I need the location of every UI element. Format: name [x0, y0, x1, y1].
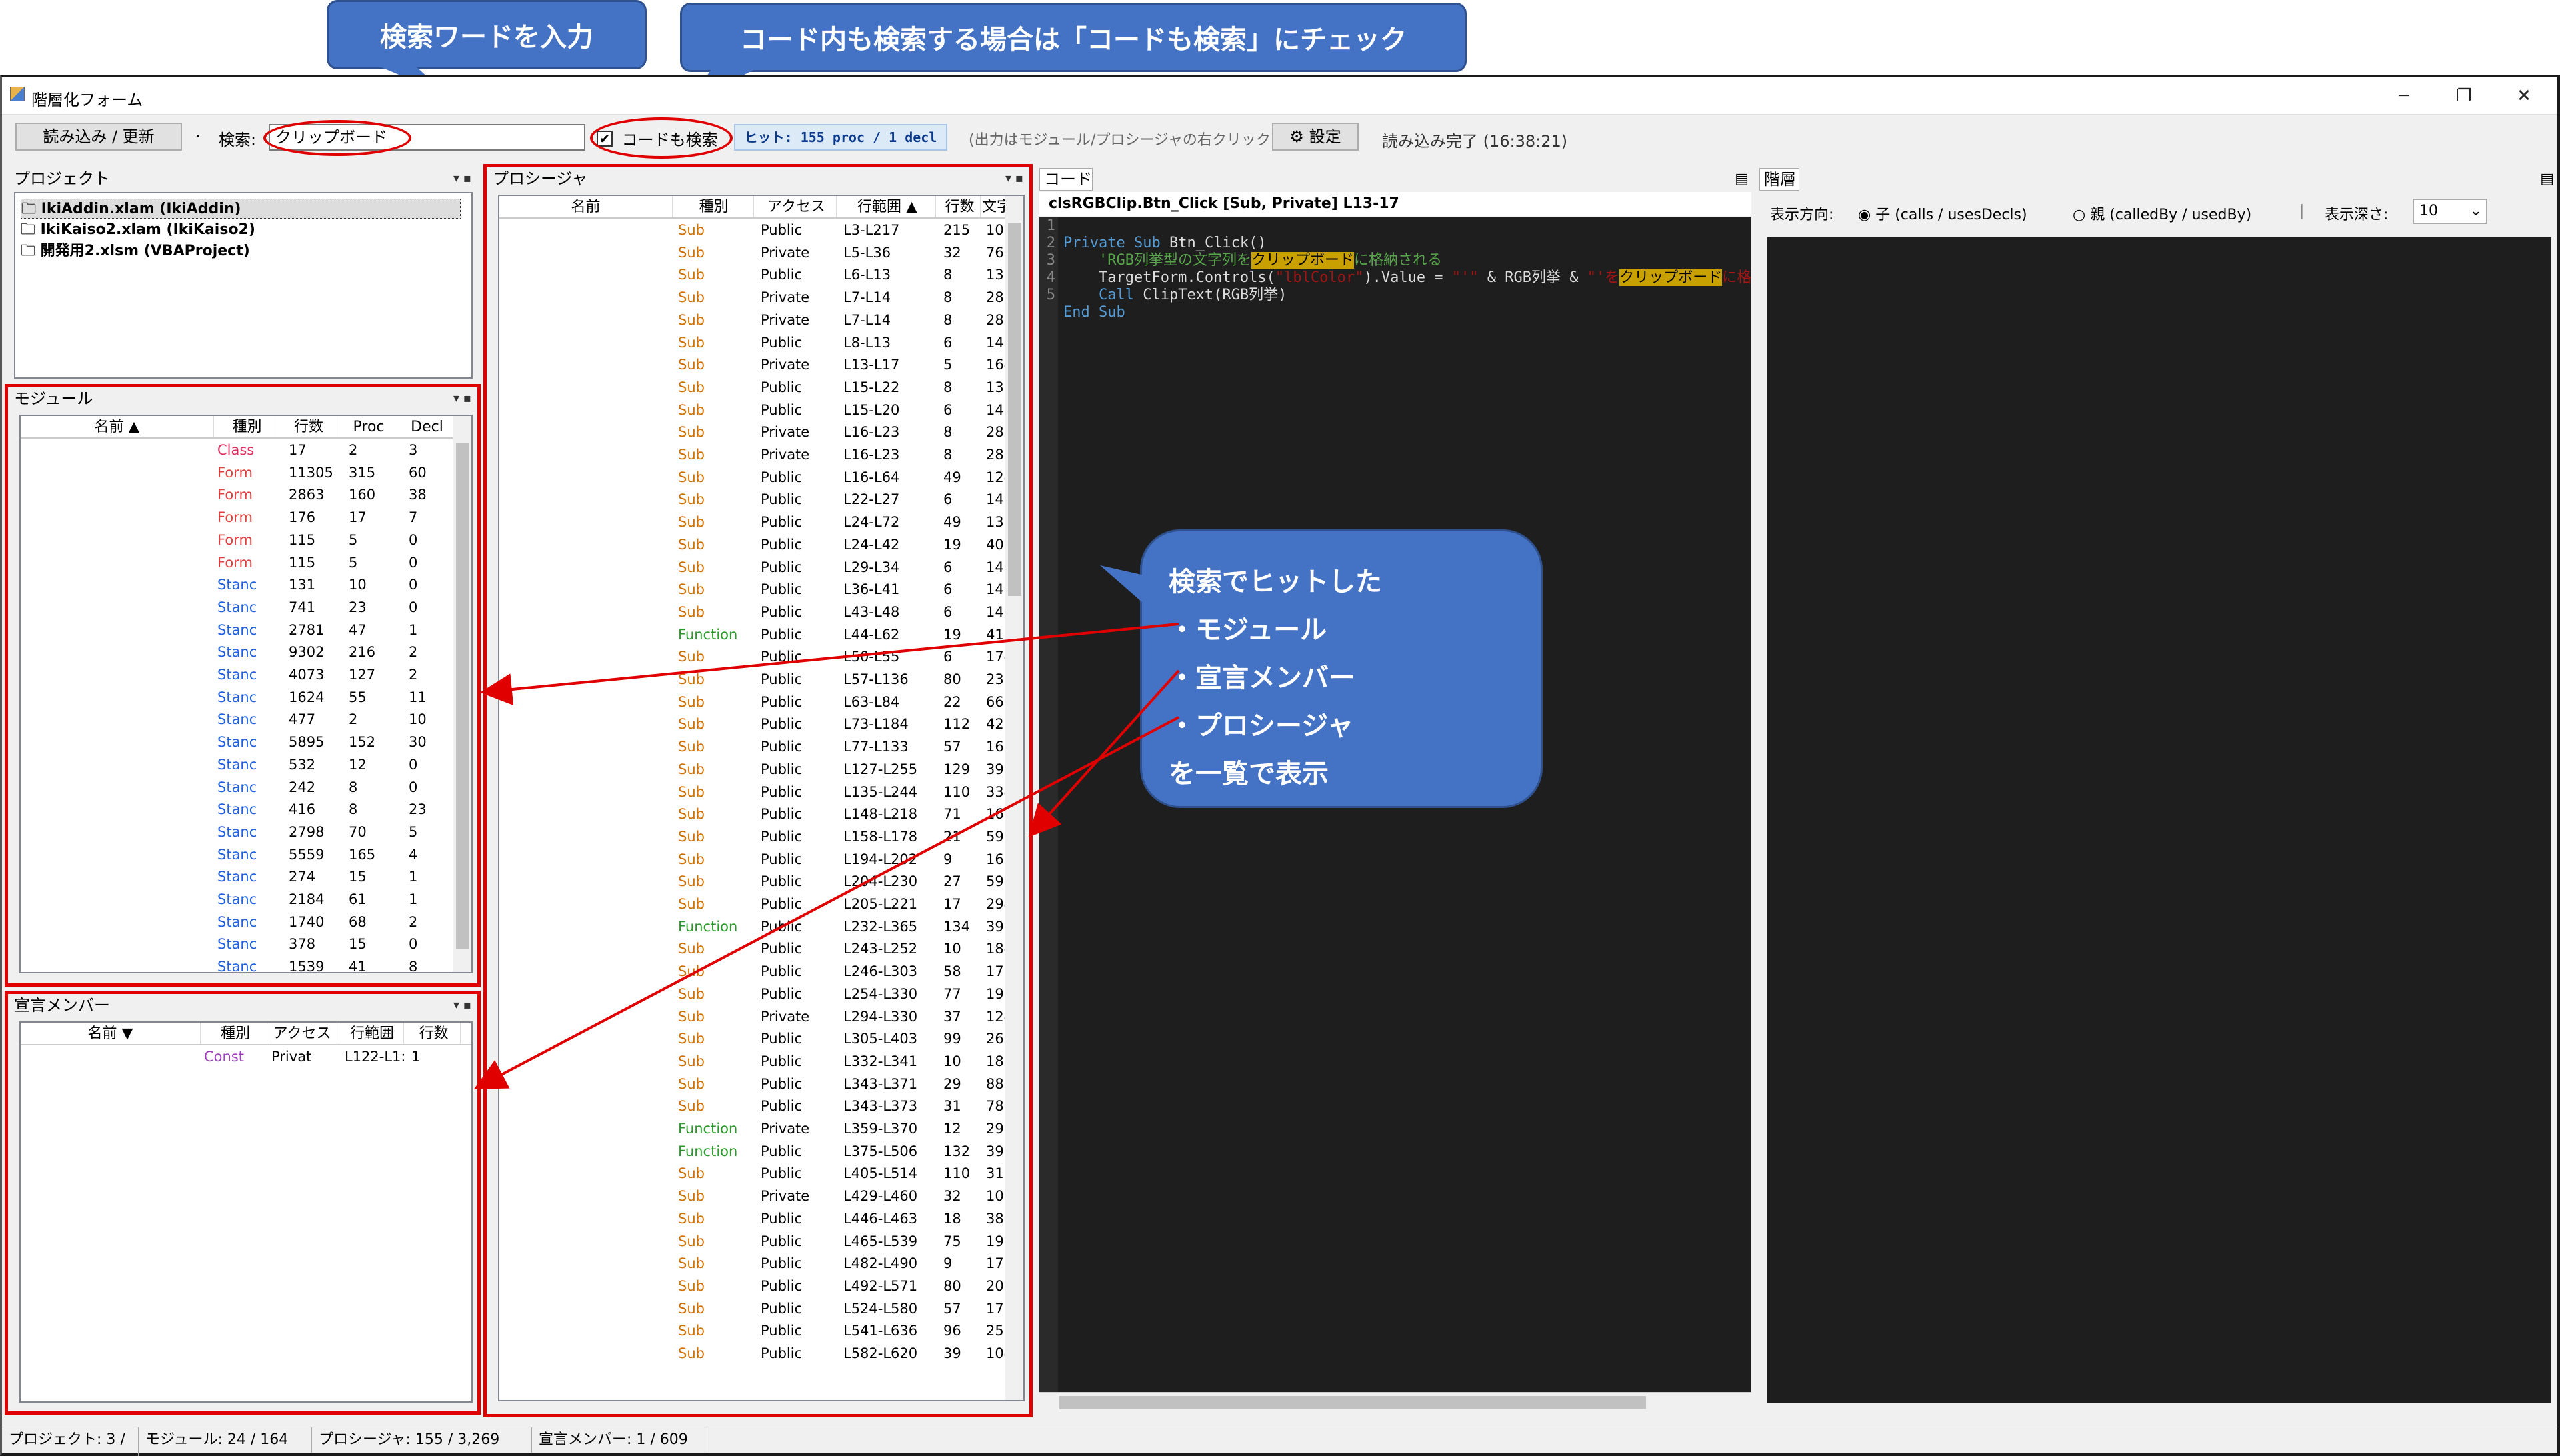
annotation-arrows [473, 623, 1180, 1089]
